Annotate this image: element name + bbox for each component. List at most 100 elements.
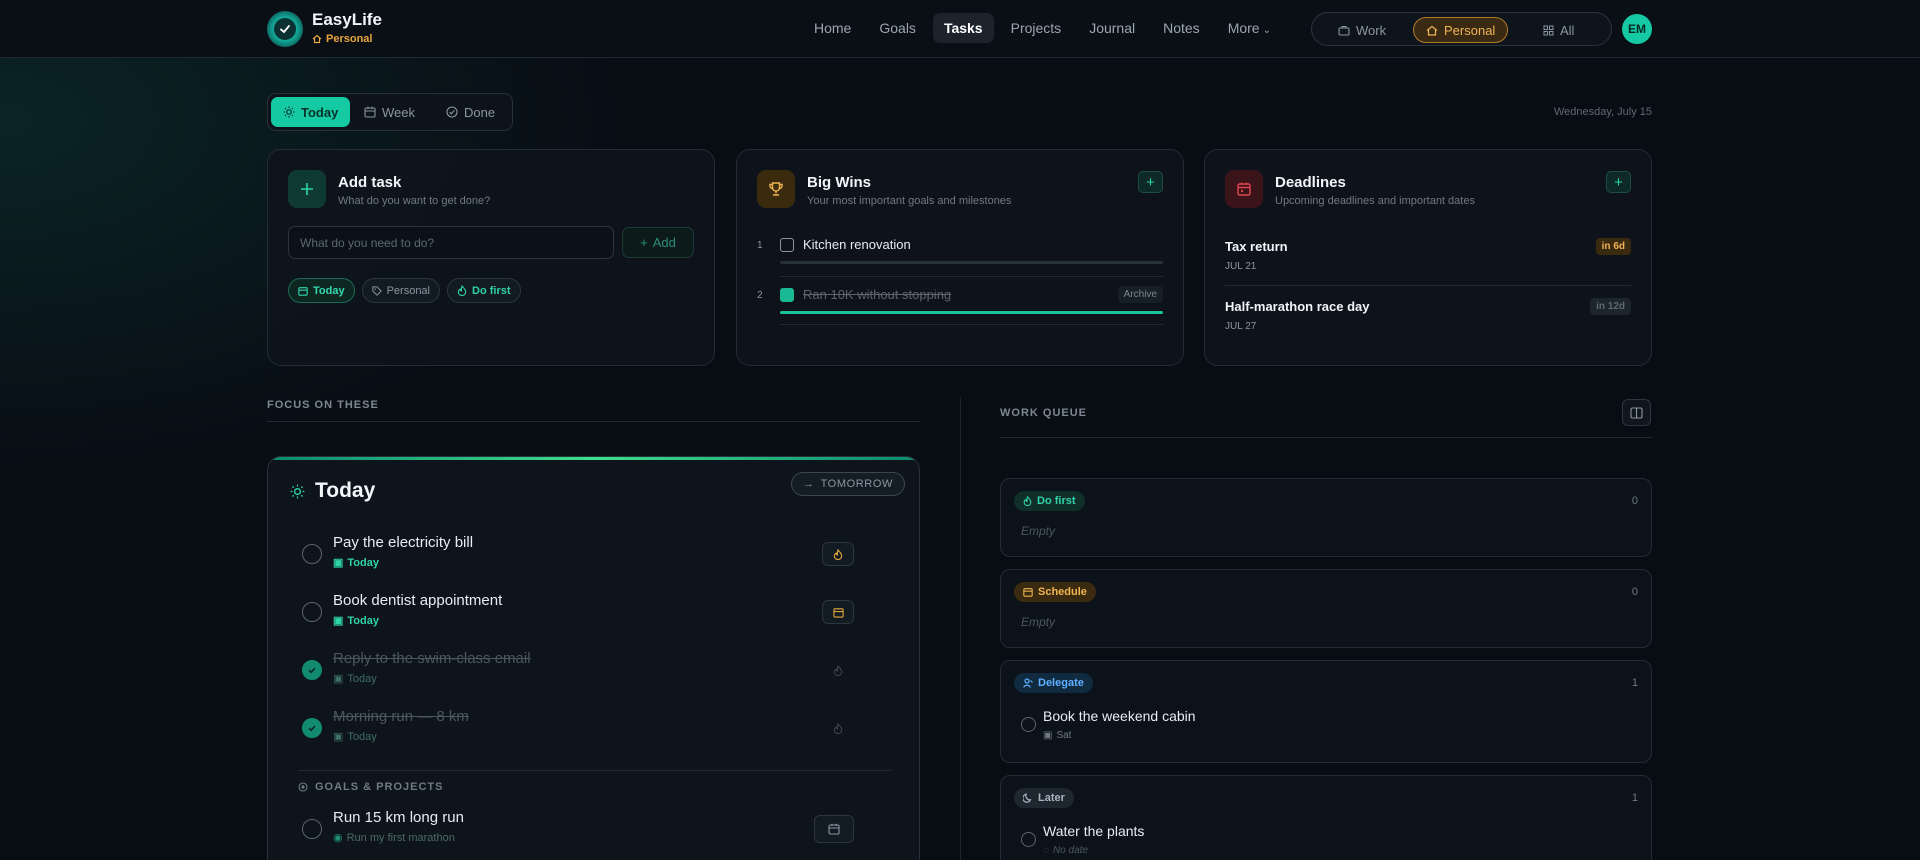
home-icon: [312, 34, 322, 44]
check-circle-icon: [446, 106, 458, 118]
flame-icon[interactable]: [822, 716, 854, 740]
task-checkbox[interactable]: [302, 602, 322, 622]
user-avatar[interactable]: EM: [1622, 14, 1652, 44]
task-checkbox[interactable]: [302, 718, 322, 738]
clock-icon: ◌: [1043, 845, 1049, 856]
delegate-tag[interactable]: Delegate: [1014, 673, 1093, 693]
calendar-icon[interactable]: [822, 600, 854, 624]
nav-journal[interactable]: Journal: [1078, 13, 1146, 43]
app-logo[interactable]: [267, 11, 303, 47]
nav-goals[interactable]: Goals: [868, 13, 927, 43]
space-work-button[interactable]: Work: [1326, 17, 1398, 43]
add-task-card: Add task What do you want to get done? +…: [267, 149, 715, 366]
queue-item-title[interactable]: Water the plants: [1043, 823, 1144, 839]
work-queue-label: WORK QUEUE: [1000, 407, 1087, 419]
calendar-icon: ▣: [333, 557, 344, 569]
home-icon: [1426, 25, 1438, 36]
target-icon: ◉: [333, 832, 343, 844]
user-icon: [1023, 678, 1033, 688]
task-checkbox[interactable]: [1021, 832, 1036, 847]
deadlines-card: Deadlines Upcoming deadlines and importa…: [1204, 149, 1652, 366]
task-checkbox[interactable]: [302, 819, 322, 839]
queue-group-later: Later 1 Water the plants ◌ No date: [1000, 775, 1652, 860]
arrow-right-icon: →: [802, 478, 815, 490]
move-to-tomorrow-button[interactable]: → TOMORROW: [790, 472, 905, 496]
queue-item-title[interactable]: Book the weekend cabin: [1043, 708, 1196, 724]
calendar-icon: [298, 286, 308, 296]
flame-icon: [1023, 496, 1032, 506]
tag-icon: [371, 285, 382, 296]
calendar-icon: ▣: [333, 615, 344, 627]
nav-more[interactable]: More ⌄: [1217, 13, 1282, 43]
active-space-label: Personal: [312, 33, 382, 45]
big-wins-title: Big Wins: [807, 174, 872, 191]
deadline-item[interactable]: Tax return JUL 21 in 6d: [1225, 238, 1631, 272]
nav-projects[interactable]: Projects: [1000, 13, 1073, 43]
layout-toggle-button[interactable]: [1622, 399, 1651, 426]
chevron-down-icon: ⌄: [1262, 25, 1271, 36]
task-row: Reply to the swim-class email ▣ Today: [302, 650, 887, 694]
win-checkbox[interactable]: [780, 238, 794, 252]
briefcase-icon: [1338, 25, 1350, 36]
view-tabs: Today Week Done: [267, 93, 513, 131]
priority-chip[interactable]: Do first: [447, 278, 521, 303]
tab-done[interactable]: Done: [434, 97, 507, 127]
big-wins-subtitle: Your most important goals and milestones: [807, 195, 1012, 207]
win-checkbox[interactable]: [780, 288, 794, 302]
when-chip[interactable]: Today: [288, 278, 355, 303]
space-chip[interactable]: Personal: [361, 278, 440, 303]
tab-week[interactable]: Week: [352, 97, 427, 127]
task-input[interactable]: [288, 226, 614, 259]
task-checkbox[interactable]: [302, 544, 322, 564]
goals-projects-label: GOALS & PROJECTS: [298, 781, 443, 793]
queue-group-do-first: Do first 0 Empty: [1000, 478, 1652, 557]
schedule-tag[interactable]: Schedule: [1014, 582, 1096, 602]
space-all-button[interactable]: All: [1531, 17, 1586, 43]
archive-button[interactable]: Archive: [1117, 286, 1163, 303]
today-panel: Today → TOMORROW Pay the electricity bil…: [267, 456, 920, 860]
space-personal-button[interactable]: Personal: [1413, 17, 1509, 43]
tab-today[interactable]: Today: [271, 97, 351, 127]
brand: EasyLife Personal: [312, 10, 382, 45]
later-tag[interactable]: Later: [1014, 788, 1074, 808]
main-nav: Home Goals Tasks Projects Journal Notes …: [803, 13, 1282, 43]
days-left-badge: in 12d: [1590, 298, 1631, 315]
trophy-icon: [757, 170, 795, 208]
add-task-title: Add task: [338, 174, 402, 191]
task-checkbox[interactable]: [1021, 717, 1036, 732]
deadlines-subtitle: Upcoming deadlines and important dates: [1275, 195, 1475, 207]
app-name: EasyLife: [312, 10, 382, 29]
nav-home[interactable]: Home: [803, 13, 862, 43]
nav-tasks[interactable]: Tasks: [932, 13, 994, 43]
moon-icon: [1023, 793, 1032, 803]
calendar-icon: [364, 106, 376, 118]
do-first-tag[interactable]: Do first: [1014, 491, 1085, 511]
add-deadline-button[interactable]: +: [1606, 171, 1631, 193]
task-row: Morning run — 8 km ▣ Today: [302, 708, 887, 752]
sun-icon: [290, 484, 305, 499]
flame-icon[interactable]: [822, 542, 854, 566]
calendar-icon[interactable]: [814, 815, 854, 843]
deadlines-title: Deadlines: [1275, 174, 1346, 191]
nav-notes[interactable]: Notes: [1152, 13, 1211, 43]
focus-section-label: FOCUS ON THESE: [267, 399, 379, 411]
days-left-badge: in 6d: [1595, 238, 1631, 255]
check-icon: [280, 25, 290, 34]
add-big-win-button[interactable]: +: [1138, 171, 1163, 193]
add-task-subtitle: What do you want to get done?: [338, 195, 491, 207]
deadline-item[interactable]: Half-marathon race day JUL 27 in 12d: [1225, 298, 1631, 332]
queue-group-delegate: Delegate 1 Book the weekend cabin ▣ Sat: [1000, 660, 1652, 763]
grid-icon: [1543, 25, 1554, 35]
win-progress: [780, 261, 1163, 264]
current-date: Wednesday, July 15: [1553, 106, 1652, 118]
task-checkbox[interactable]: [302, 660, 322, 680]
today-title: Today: [315, 479, 376, 502]
task-row: Pay the electricity bill ▣ Today: [302, 534, 887, 578]
sun-icon: [283, 106, 295, 118]
add-task-button[interactable]: + Add: [622, 227, 694, 258]
big-wins-card: Big Wins Your most important goals and m…: [736, 149, 1184, 366]
calendar-icon: ▣: [333, 673, 344, 685]
space-switcher: Work Personal All: [1311, 12, 1612, 46]
flame-icon[interactable]: [822, 658, 854, 682]
win-progress: [780, 311, 1163, 314]
